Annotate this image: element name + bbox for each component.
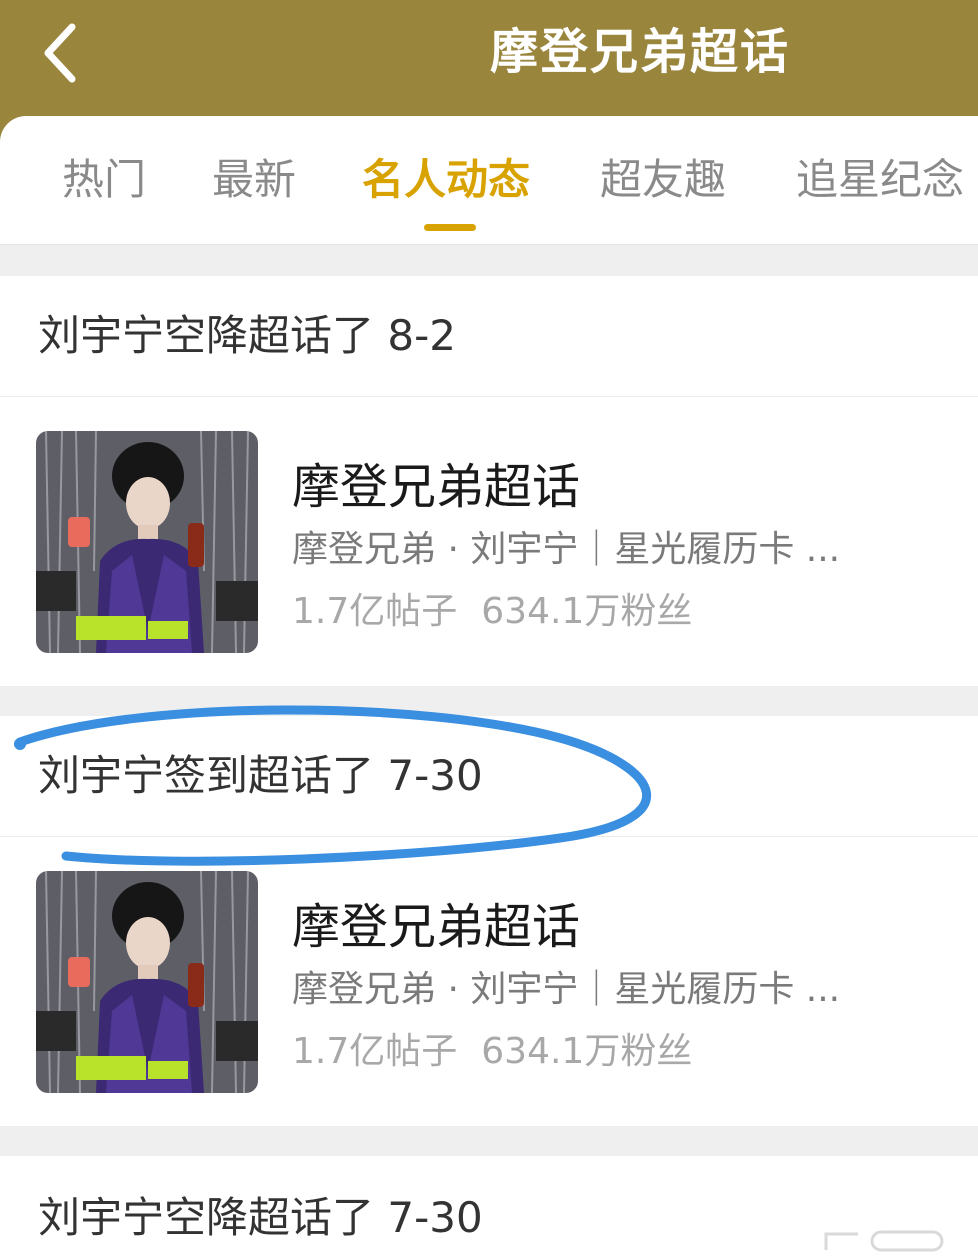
back-button[interactable] — [30, 18, 90, 88]
supertopic-thumbnail — [36, 871, 258, 1093]
tab-super-fun[interactable]: 超友趣 — [600, 150, 726, 210]
supertopic-subtitle: 摩登兄弟 · 刘宇宁｜星光履历卡 ... — [292, 969, 841, 1010]
fan-count: 634.1万粉丝 — [481, 1031, 693, 1072]
page-title: 摩登兄弟超话 — [490, 24, 791, 80]
supertopic-thumbnail — [36, 431, 258, 653]
supertopic-item[interactable]: 摩登兄弟超话 摩登兄弟 · 刘宇宁｜星光履历卡 ... 1.7亿帖子 634.1万… — [0, 837, 978, 1127]
tab-bar: 热门 最新 名人动态 超友趣 追星纪念 — [0, 116, 978, 245]
chevron-left-icon — [44, 23, 76, 83]
tab-hot[interactable]: 热门 — [62, 150, 146, 210]
feed-card-heading: 刘宇宁空降超话了 8-2 — [38, 311, 456, 360]
watermark-icon — [824, 1230, 944, 1252]
feed-card-header: 刘宇宁空降超话了 8-2 — [0, 276, 978, 397]
supertopic-title: 摩登兄弟超话 — [292, 899, 581, 955]
tab-celebrity-updates[interactable]: 名人动态 — [362, 150, 530, 210]
feed-card-header: 刘宇宁签到超话了 7-30 — [0, 716, 978, 837]
supertopic-stats: 1.7亿帖子 634.1万粉丝 — [292, 1029, 692, 1075]
feed-card-heading: 刘宇宁签到超话了 7-30 — [38, 751, 483, 800]
feed-card: 刘宇宁空降超话了 8-2 摩登兄弟超话 摩登兄弟 · 刘宇宁｜星光履历卡 ...… — [0, 276, 978, 686]
supertopic-item[interactable]: 摩登兄弟超话 摩登兄弟 · 刘宇宁｜星光履历卡 ... 1.7亿帖子 634.1万… — [0, 397, 978, 687]
supertopic-subtitle: 摩登兄弟 · 刘宇宁｜星光履历卡 ... — [292, 529, 841, 570]
feed-card: 刘宇宁签到超话了 7-30 摩登兄弟超话 摩登兄弟 · 刘宇宁｜星光履历卡 ..… — [0, 716, 978, 1126]
feed-card-heading: 刘宇宁空降超话了 7-30 — [38, 1193, 483, 1242]
post-count: 1.7亿帖子 — [292, 591, 458, 632]
post-count: 1.7亿帖子 — [292, 1031, 458, 1072]
fan-count: 634.1万粉丝 — [481, 591, 693, 632]
tab-fan-memorial[interactable]: 追星纪念 — [796, 150, 964, 210]
supertopic-stats: 1.7亿帖子 634.1万粉丝 — [292, 589, 692, 635]
supertopic-title: 摩登兄弟超话 — [292, 459, 581, 515]
divider — [0, 244, 978, 245]
active-tab-indicator — [424, 224, 476, 231]
tab-latest[interactable]: 最新 — [212, 150, 296, 210]
